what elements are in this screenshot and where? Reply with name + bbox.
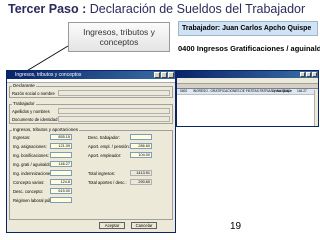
row-code: 0400: [180, 89, 188, 93]
conceptos-window: 0400 INGRESO - GRATIFICACIONES DE FIESTA…: [176, 70, 319, 127]
cancelar-button[interactable]: Cancelar: [131, 222, 157, 229]
scrollbar[interactable]: [314, 90, 318, 126]
ingresos-group: Ingresos, tributos y aportaciones Ingres…: [9, 127, 173, 220]
declarante-group: Declarante Razón social o nombre: [9, 83, 173, 98]
dialog-titlebar: Ingresos, tributos y conceptos: [7, 71, 175, 79]
section-label: 0400 Ingresos Gratificaciones / aguinald…: [178, 44, 320, 53]
left-label: Ing. indemnizaciones:: [13, 171, 54, 176]
declarante-group-title: Declarante: [12, 83, 36, 88]
left-label: Ing. asignaciones:: [13, 144, 47, 149]
slide-title: Tercer Paso : Declaración de Sueldos del…: [8, 2, 305, 16]
right-label: Total ingresos:: [88, 171, 115, 176]
razon-social-field: [58, 90, 170, 96]
row-concept: Apcho Quispe: [272, 89, 293, 93]
left-value[interactable]: 146.27: [50, 161, 72, 167]
close-icon[interactable]: [168, 72, 174, 78]
win2-titlebar: [177, 71, 318, 78]
page-number: 19: [230, 221, 242, 232]
left-label: Desc. concepto:: [13, 189, 44, 194]
right-label: Desc. trabajador:: [88, 135, 120, 140]
maximize-icon[interactable]: [161, 72, 167, 78]
right-value[interactable]: 104.00: [130, 152, 152, 158]
slide-title-bold: Tercer Paso :: [8, 2, 87, 16]
slide-title-rest: Declaración de Sueldos del Trabajador: [86, 2, 306, 16]
right-value: 1413.91: [130, 170, 152, 176]
right-label: Aport. empleador:: [88, 153, 122, 158]
documento-label: Documento de identidad: [12, 117, 58, 122]
left-value[interactable]: [50, 152, 72, 158]
left-value[interactable]: [50, 170, 72, 176]
maximize-icon[interactable]: [306, 72, 311, 77]
ingresos-dialog: Ingresos, tributos y conceptos Declarant…: [6, 70, 176, 233]
left-value[interactable]: [50, 197, 72, 203]
left-label: Ing. grati / aguinaldo:: [13, 162, 53, 167]
ingresos-tributos-button-sample[interactable]: Ingresos, tributos y conceptos: [68, 22, 170, 52]
sample-button-line1: Ingresos, tributos y: [83, 27, 155, 37]
right-value[interactable]: [130, 134, 152, 140]
aceptar-button[interactable]: Aceptar: [99, 222, 125, 229]
right-label: Total aportes / desc.:: [88, 180, 127, 185]
right-value: 290.60: [130, 179, 152, 185]
left-label: Ing. bonificaciones:: [13, 153, 49, 158]
left-label: Concepto varios:: [13, 180, 45, 185]
row-amount: 146.27: [297, 89, 307, 93]
left-value[interactable]: 124.8: [50, 179, 72, 185]
trabajador-group-title: Trabajador: [12, 101, 36, 106]
close-icon[interactable]: [312, 72, 317, 77]
ingresos-group-title: Ingresos, tributos y aportaciones: [12, 127, 80, 132]
razon-social-label: Razón social o nombre: [12, 91, 55, 96]
minimize-icon[interactable]: [300, 72, 305, 77]
left-value[interactable]: 615.00: [50, 188, 72, 194]
sample-button-line2: conceptos: [99, 37, 139, 47]
left-value[interactable]: 121.09: [50, 143, 72, 149]
right-value[interactable]: 286.60: [130, 143, 152, 149]
table-row[interactable]: 0400 INGRESO - GRATIFICACIONES DE FIESTA…: [177, 89, 318, 95]
apellidos-label: Apellidos y nombres: [12, 109, 50, 114]
left-value[interactable]: 855.15: [50, 134, 72, 140]
right-label: Aport. empl. / pensión:: [88, 144, 130, 149]
apellidos-field: [58, 108, 170, 114]
worker-label: Trabajador: Juan Carlos Apcho Quispe: [178, 21, 318, 36]
documento-field: [58, 116, 170, 122]
dialog-title: Ingresos, tributos y conceptos: [15, 72, 82, 78]
minimize-icon[interactable]: [154, 72, 160, 78]
left-label: Ingresos:: [13, 135, 31, 140]
trabajador-group: Trabajador Apellidos y nombres Documento…: [9, 101, 173, 124]
